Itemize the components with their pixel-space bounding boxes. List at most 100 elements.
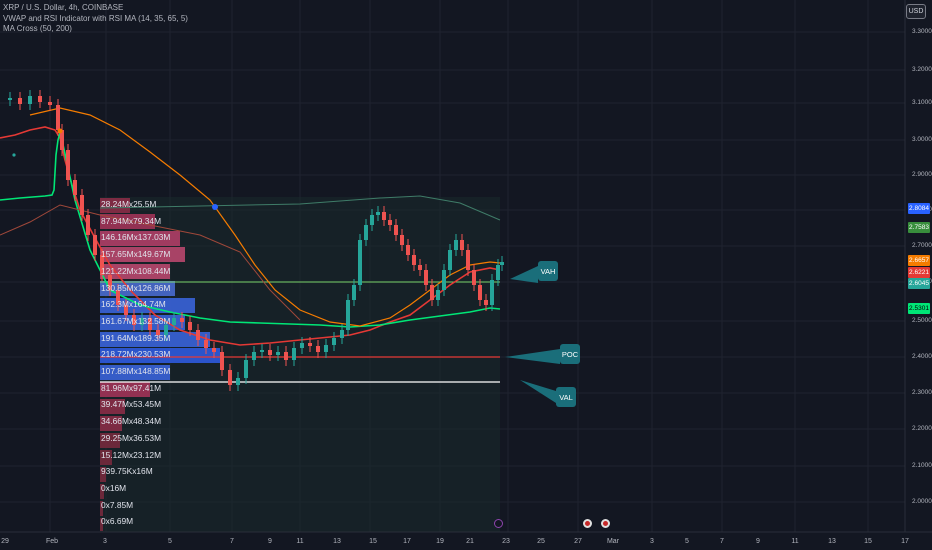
candle-body bbox=[196, 330, 200, 340]
price-tag: 2.8084 bbox=[908, 203, 930, 214]
candle-body bbox=[300, 343, 304, 348]
candle-body bbox=[436, 290, 440, 300]
time-tick: 29 bbox=[1, 538, 9, 545]
volume-profile-label: 146.16Mx137.03M bbox=[101, 232, 171, 243]
volume-profile-label: 28.24Mx25.5M bbox=[101, 199, 157, 209]
volume-profile-label: 218.72Mx230.53M bbox=[101, 349, 171, 360]
candle-body bbox=[284, 352, 288, 360]
time-tick: 23 bbox=[502, 538, 510, 545]
time-tick: 11 bbox=[296, 538, 304, 545]
volume-profile-label: 81.96Mx97.41M bbox=[101, 382, 162, 393]
currency-button[interactable]: USD bbox=[906, 4, 926, 19]
candle-body bbox=[490, 280, 494, 305]
candle-body bbox=[276, 352, 280, 355]
time-tick: Mar bbox=[606, 538, 620, 545]
candle-body bbox=[8, 98, 12, 100]
volume-profile-label: 121.22Mx108.44M bbox=[101, 265, 171, 276]
time-tick: 19 bbox=[436, 538, 444, 545]
time-tick: Feb bbox=[45, 538, 59, 545]
candle-body bbox=[412, 255, 416, 265]
candle-body bbox=[424, 270, 428, 285]
candle-body bbox=[292, 348, 296, 360]
price-tag: 2.5301 bbox=[908, 303, 930, 314]
candle-body bbox=[478, 285, 482, 300]
volume-profile-label: 87.94Mx79.34M bbox=[101, 215, 162, 226]
indicator-vwap-rsi[interactable]: VWAP and RSI Indicator with RSI MA (14, … bbox=[3, 14, 188, 25]
volume-profile-label: 161.67Mx132.58M bbox=[101, 315, 171, 326]
price-tick: 3.2000 bbox=[912, 66, 932, 73]
us-flag-icon[interactable] bbox=[601, 519, 610, 528]
price-tick: 2.1000 bbox=[912, 462, 932, 469]
price-tick: 2.4000 bbox=[912, 353, 932, 360]
price-tick: 2.5000 bbox=[912, 317, 932, 324]
price-tag: 2.6045 bbox=[908, 278, 930, 289]
time-tick: 15 bbox=[369, 538, 377, 545]
candle-body bbox=[228, 370, 232, 385]
poc-pointer bbox=[505, 349, 560, 364]
symbol-title[interactable]: XRP / U.S. Dollar, 4h, COINBASE bbox=[3, 3, 188, 14]
candle-body bbox=[308, 343, 312, 346]
candle-body bbox=[472, 270, 476, 285]
event-icon[interactable] bbox=[494, 519, 503, 528]
volume-profile-label: 29.25Mx36.53M bbox=[101, 432, 162, 443]
chart-legend: XRP / U.S. Dollar, 4h, COINBASE VWAP and… bbox=[3, 3, 188, 35]
candle-body bbox=[48, 102, 52, 105]
candle-body bbox=[220, 352, 224, 370]
candle-body bbox=[56, 105, 60, 130]
candle-body bbox=[260, 350, 264, 352]
time-tick: 3 bbox=[103, 538, 107, 545]
time-tick: 11 bbox=[791, 538, 799, 545]
us-flag-icon[interactable] bbox=[583, 519, 592, 528]
time-tick: 15 bbox=[864, 538, 872, 545]
price-tick: 2.2000 bbox=[912, 425, 932, 432]
time-tick: 7 bbox=[230, 538, 234, 545]
volume-profile-label: 0x7.85M bbox=[101, 499, 134, 510]
price-tick: 2.3000 bbox=[912, 389, 932, 396]
time-tick: 9 bbox=[756, 538, 760, 545]
candle-body bbox=[394, 225, 398, 235]
candle-body bbox=[86, 215, 90, 235]
volume-profile-label: 939.75Kx16M bbox=[101, 466, 153, 477]
candle-body bbox=[352, 285, 356, 300]
time-tick: 21 bbox=[466, 538, 474, 545]
candle-body bbox=[316, 346, 320, 352]
candle-body bbox=[38, 96, 42, 102]
volume-profile-label: 157.65Mx149.67M bbox=[101, 249, 171, 260]
candle-body bbox=[340, 330, 344, 338]
candle-body bbox=[388, 220, 392, 225]
volume-profile-label: 34.66Mx48.34M bbox=[101, 416, 162, 427]
candle-body bbox=[400, 235, 404, 245]
candle-body bbox=[212, 348, 216, 352]
time-tick: 13 bbox=[333, 538, 341, 545]
price-tick: 3.0000 bbox=[912, 136, 932, 143]
time-tick: 17 bbox=[901, 538, 909, 545]
time-tick: 5 bbox=[685, 538, 689, 545]
vwap-marker bbox=[212, 204, 218, 210]
candle-body bbox=[370, 215, 374, 225]
candle-body bbox=[454, 240, 458, 250]
candle-body bbox=[73, 180, 77, 195]
candle-body bbox=[172, 318, 176, 325]
volume-profile-label: 0x16M bbox=[101, 482, 127, 493]
candle-body bbox=[382, 212, 386, 220]
cross-marker bbox=[57, 128, 63, 134]
candle-body bbox=[448, 250, 452, 270]
indicator-ma-cross[interactable]: MA Cross (50, 200) bbox=[3, 24, 188, 35]
vah-callout: VAH bbox=[538, 261, 558, 281]
candle-body bbox=[406, 245, 410, 255]
price-tick: 2.7000 bbox=[912, 242, 932, 249]
candle-body bbox=[244, 360, 248, 378]
volume-profile-label: 191.64Mx189.35M bbox=[101, 332, 171, 343]
candle-body bbox=[418, 265, 422, 270]
volume-profile-label: 15.12Mx23.12M bbox=[101, 449, 162, 460]
time-tick: 9 bbox=[268, 538, 272, 545]
time-tick: 5 bbox=[168, 538, 172, 545]
candle-body bbox=[376, 212, 380, 215]
candle-body bbox=[430, 285, 434, 300]
candle-body bbox=[93, 235, 97, 255]
val-pointer bbox=[520, 380, 556, 403]
candle-body bbox=[252, 352, 256, 360]
candle-body bbox=[324, 345, 328, 352]
time-tick: 27 bbox=[574, 538, 582, 545]
volume-profile-label: 130.85Mx126.86M bbox=[101, 282, 171, 293]
